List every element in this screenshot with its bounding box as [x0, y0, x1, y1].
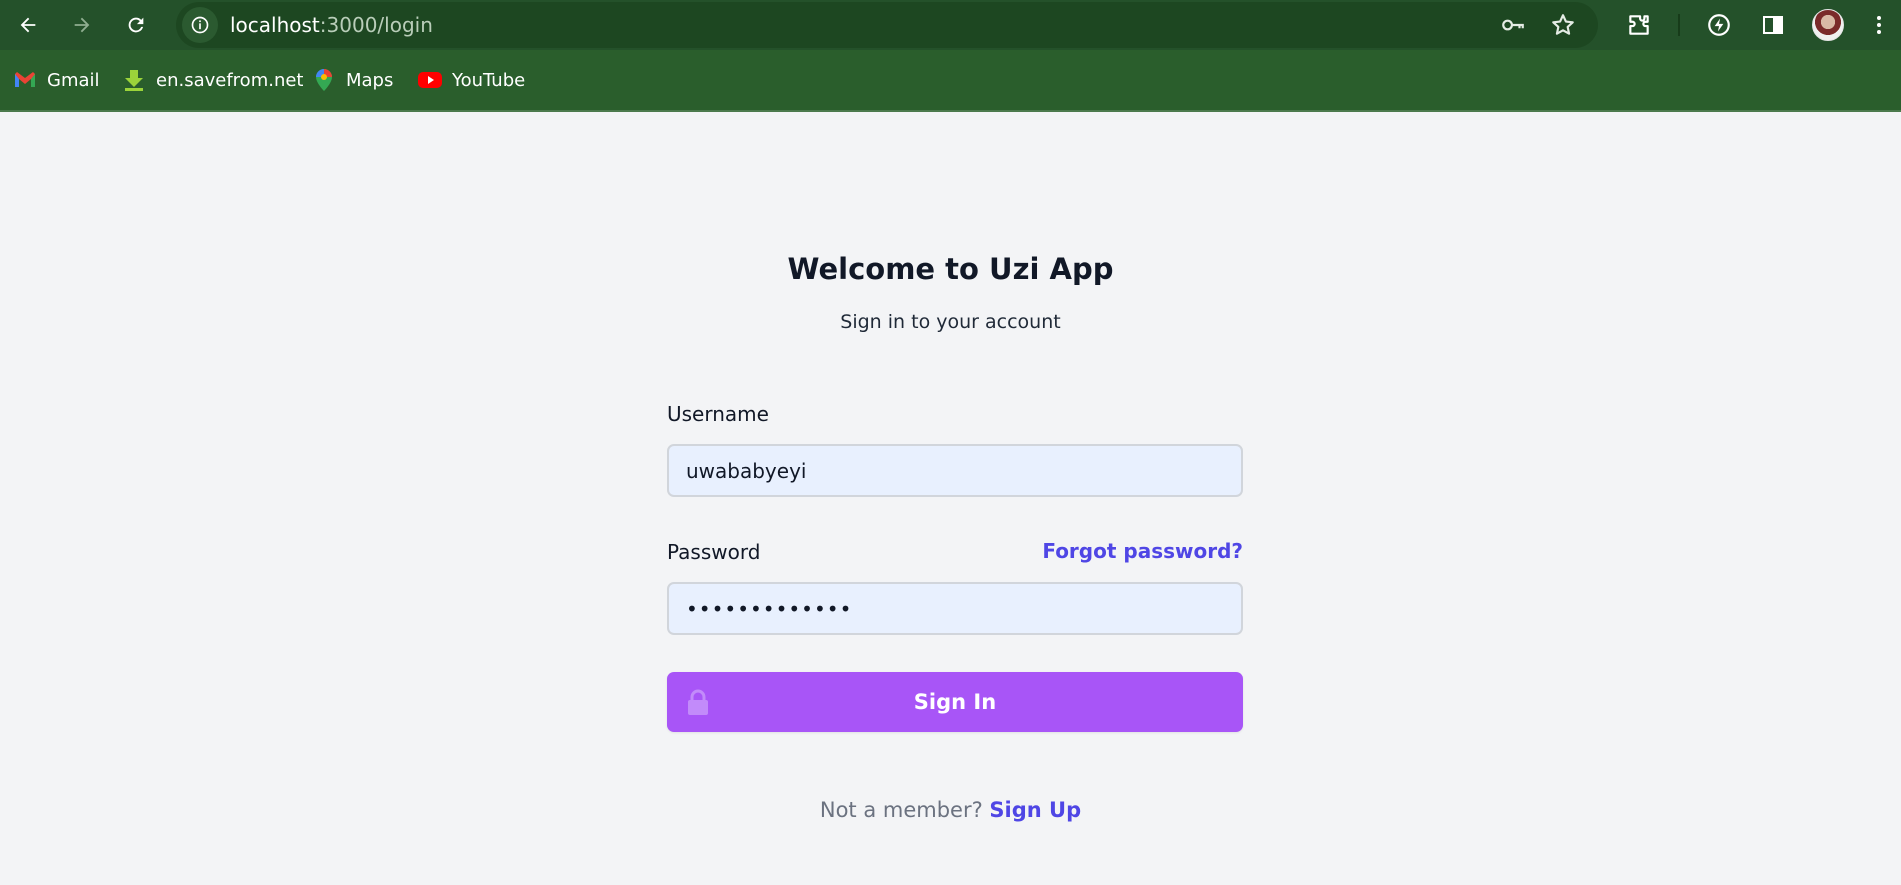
performance-button[interactable] [1702, 8, 1736, 42]
forward-button[interactable] [64, 7, 100, 43]
password-label: Password [667, 540, 761, 564]
extensions-button[interactable] [1622, 8, 1656, 42]
sign-up-link[interactable]: Sign Up [989, 798, 1081, 822]
browser-toolbar: localhost:3000/login [0, 0, 1901, 50]
bookmark-savefrom[interactable]: en.savefrom.net [122, 58, 304, 102]
browser-chrome: localhost:3000/login Gmail en.savefrom.n… [0, 0, 1901, 112]
gmail-icon [13, 68, 37, 92]
password-input[interactable] [667, 582, 1243, 635]
info-icon [191, 16, 209, 34]
forward-arrow-icon [74, 17, 90, 33]
bookmark-label: en.savefrom.net [156, 69, 304, 91]
star-icon [1552, 14, 1574, 35]
puzzle-icon [1629, 15, 1649, 35]
username-input[interactable] [667, 444, 1243, 497]
bookmark-label: Gmail [47, 69, 100, 91]
page-title: Welcome to Uzi App [787, 252, 1114, 286]
url-text[interactable]: localhost:3000/login [230, 2, 433, 48]
site-info-button[interactable] [182, 7, 218, 43]
profile-avatar[interactable] [1812, 9, 1844, 41]
savefrom-icon [122, 68, 146, 92]
key-icon [1502, 19, 1524, 31]
bookmark-maps[interactable]: Maps [312, 58, 393, 102]
page-subtitle: Sign in to your account [840, 311, 1061, 333]
password-key-button[interactable] [1498, 10, 1528, 40]
signup-prompt: Not a member? Sign Up [0, 798, 1901, 822]
leaf-bolt-icon [1708, 14, 1730, 36]
menu-button[interactable] [1862, 8, 1896, 42]
toolbar-divider [1678, 14, 1680, 36]
youtube-icon [418, 68, 442, 92]
bookmark-star-button[interactable] [1548, 10, 1578, 40]
bookmarks-bar: Gmail en.savefrom.net Maps YouTube [0, 58, 1901, 102]
url-host: localhost [230, 13, 320, 37]
sign-in-button[interactable]: Sign In [667, 672, 1243, 732]
signup-prompt-text: Not a member? [819, 798, 983, 822]
username-label: Username [667, 402, 769, 426]
bookmark-label: Maps [346, 69, 394, 91]
chrome-divider [0, 110, 1901, 112]
bookmark-label: YouTube [452, 69, 526, 91]
lock-icon [688, 689, 708, 715]
back-button[interactable] [10, 7, 46, 43]
url-path: :3000/login [319, 13, 433, 37]
sign-in-label: Sign In [913, 690, 997, 714]
reload-icon [128, 17, 144, 33]
side-panel-icon [1763, 16, 1783, 34]
kebab-menu-icon [1877, 16, 1881, 34]
address-bar[interactable]: localhost:3000/login [176, 2, 1598, 48]
reload-button[interactable] [118, 7, 154, 43]
maps-icon [312, 68, 336, 92]
side-panel-button[interactable] [1756, 8, 1790, 42]
back-arrow-icon [20, 17, 36, 33]
bookmark-gmail[interactable]: Gmail [13, 58, 100, 102]
forgot-password-link[interactable]: Forgot password? [1042, 539, 1243, 563]
bookmark-youtube[interactable]: YouTube [418, 58, 525, 102]
